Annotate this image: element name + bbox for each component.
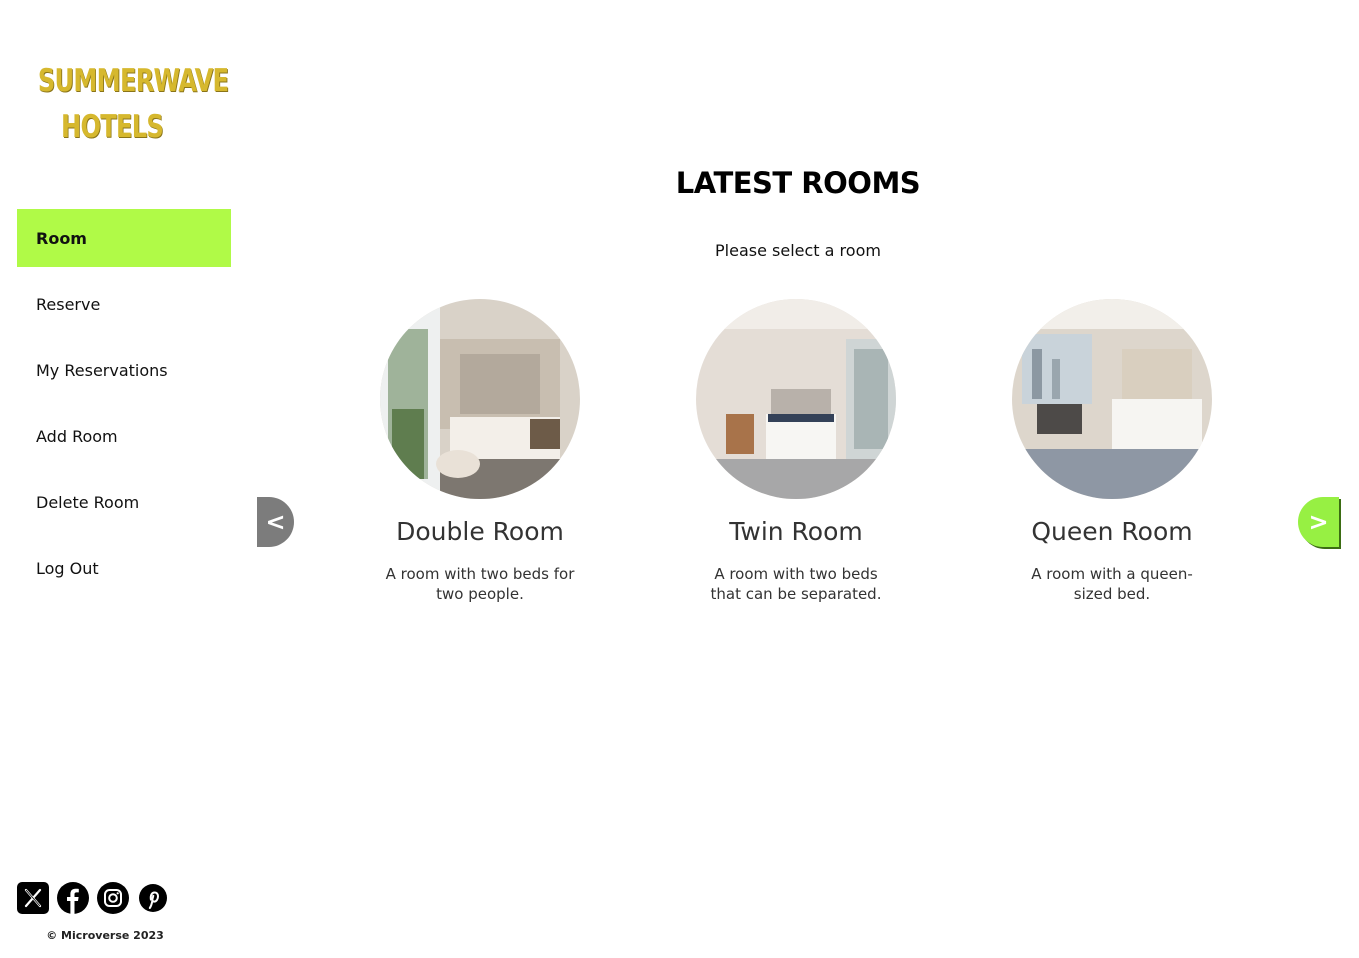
room-name: Double Room xyxy=(396,517,564,546)
nav-item-add-room[interactable]: Add Room xyxy=(17,407,231,465)
copyright: © Microverse 2023 xyxy=(46,929,164,942)
room-name: Queen Room xyxy=(1031,517,1193,546)
nav-item-log-out[interactable]: Log Out xyxy=(17,539,231,597)
page-title: LATEST ROOMS xyxy=(675,166,921,200)
sidebar-nav: Room Reserve My Reservations Add Room De… xyxy=(17,209,231,605)
nav-item-room[interactable]: Room xyxy=(17,209,231,267)
room-description: A room with two beds that can be separat… xyxy=(710,565,882,603)
instagram-icon[interactable] xyxy=(97,882,129,914)
facebook-icon[interactable] xyxy=(57,882,89,914)
room-card-double[interactable]: Double Room A room with two beds for two… xyxy=(362,299,598,604)
x-icon[interactable] xyxy=(17,882,49,914)
sidebar: SUMMERWAVE HOTELS Room Reserve My Reserv… xyxy=(0,0,248,958)
pinterest-icon[interactable] xyxy=(137,882,169,914)
brand-line-1: SUMMERWAVE xyxy=(37,63,229,99)
room-card-twin[interactable]: Twin Room A room with two beds that can … xyxy=(678,299,914,604)
social-links xyxy=(17,882,169,914)
nav-item-delete-room[interactable]: Delete Room xyxy=(17,473,231,531)
nav-item-reserve[interactable]: Reserve xyxy=(17,275,231,333)
room-photo[interactable] xyxy=(1012,299,1212,499)
carousel-prev-button[interactable]: < xyxy=(257,497,294,547)
main-content: LATEST ROOMS Please select a room < > Do… xyxy=(248,0,1359,958)
room-photo[interactable] xyxy=(696,299,896,499)
room-name: Twin Room xyxy=(729,517,863,546)
brand-logo[interactable]: SUMMERWAVE HOTELS xyxy=(37,58,229,150)
page-subtitle: Please select a room xyxy=(715,241,881,260)
room-card-queen[interactable]: Queen Room A room with a queen-sized bed… xyxy=(994,299,1230,604)
room-description: A room with a queen-sized bed. xyxy=(1031,565,1193,603)
brand-line-2: HOTELS xyxy=(61,109,164,145)
room-photo[interactable] xyxy=(380,299,580,499)
room-description: A room with two beds for two people. xyxy=(385,565,575,603)
nav-item-my-reservations[interactable]: My Reservations xyxy=(17,341,231,399)
carousel-next-button[interactable]: > xyxy=(1298,497,1339,547)
